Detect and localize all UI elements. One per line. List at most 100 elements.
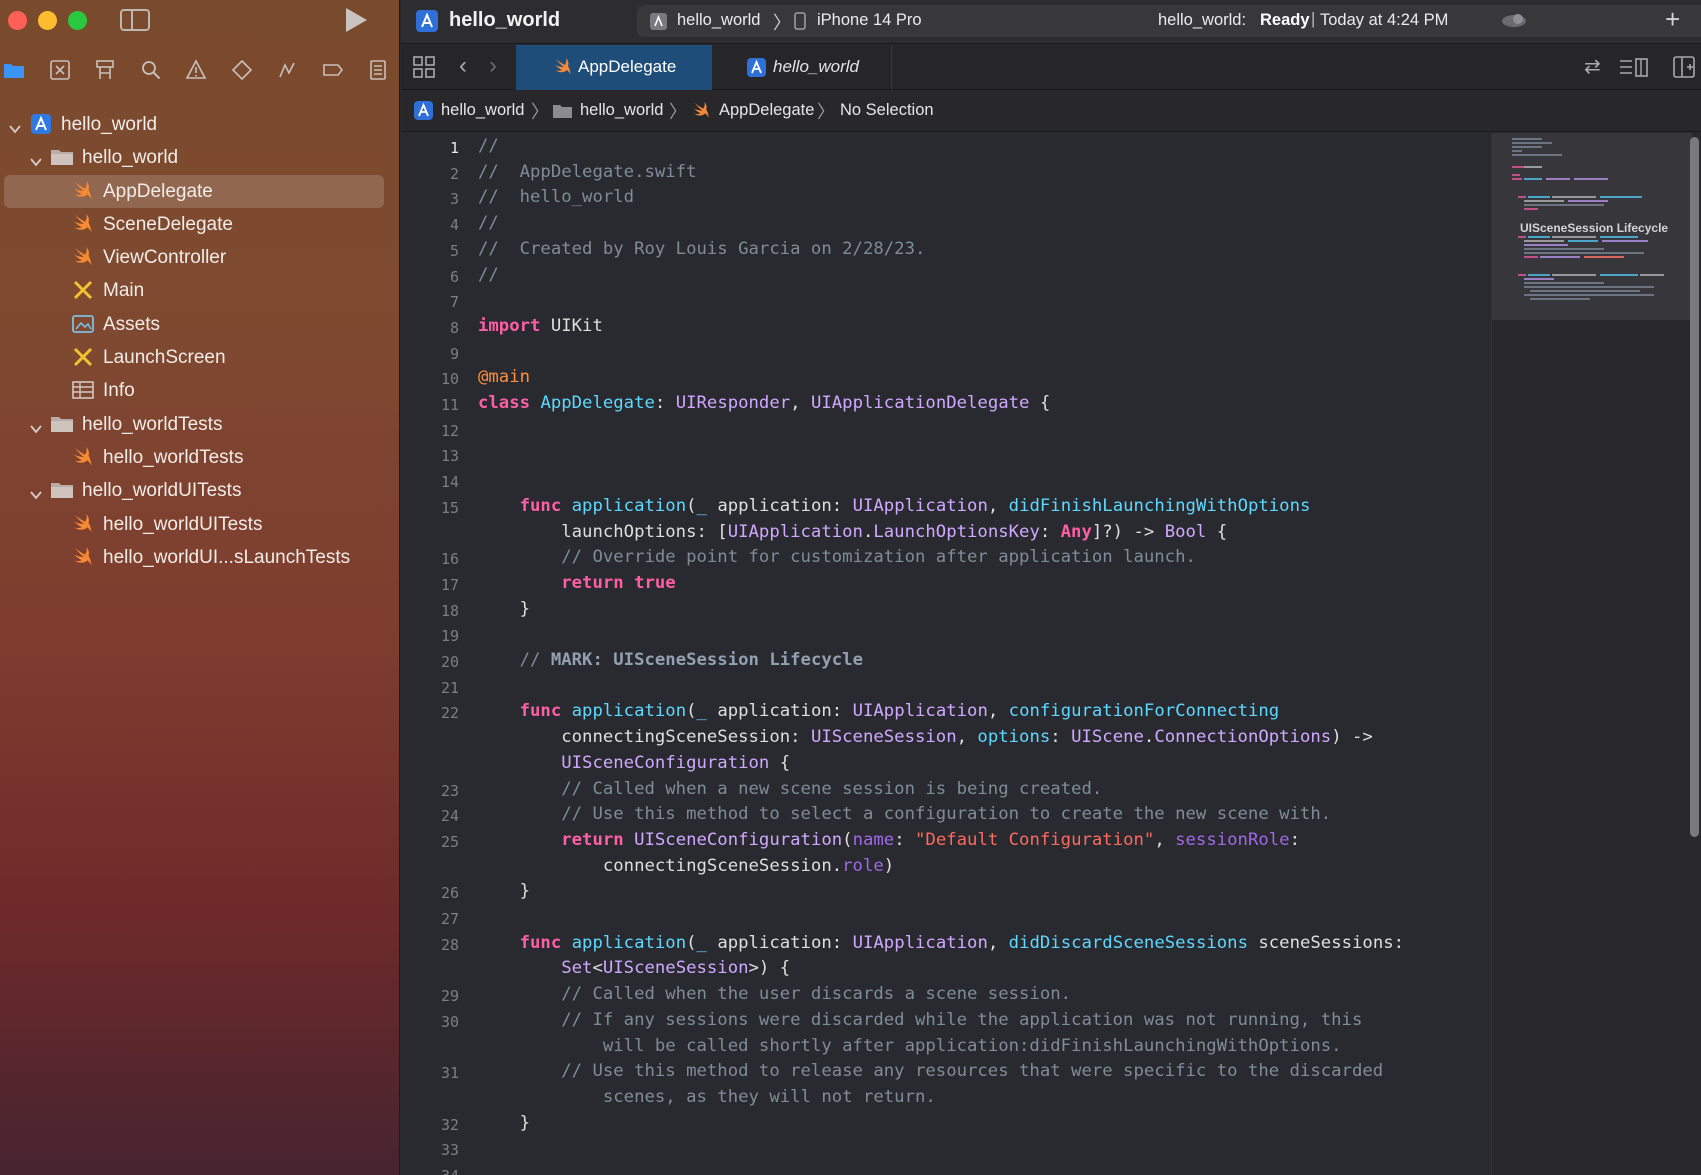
back-arrow-icon[interactable]: ‹	[459, 52, 467, 80]
code-token: // Called when the user discards a scene…	[561, 984, 1072, 1005]
folder-navigator-icon[interactable]	[2, 58, 26, 82]
plist-icon	[72, 380, 94, 400]
close-window-button[interactable]	[8, 11, 27, 30]
asset-catalog-icon	[72, 314, 94, 334]
line-number: 4	[449, 216, 459, 235]
navigator-item-hello-worldtests[interactable]: hello_worldTests	[0, 441, 400, 474]
chevron-down-icon[interactable]	[9, 119, 21, 134]
source-control-navigator-icon[interactable]	[48, 58, 72, 82]
code-token: role	[842, 855, 884, 876]
code-token: >) {	[748, 958, 791, 979]
add-editor-icon[interactable]	[1673, 56, 1695, 78]
test-navigator-icon[interactable]	[230, 58, 254, 82]
breadcrumb-symbol[interactable]: No Selection	[840, 101, 934, 120]
code-line: func application(_ application: UIApplic…	[478, 495, 1311, 516]
folder-icon	[51, 414, 73, 434]
code-token: //	[478, 264, 499, 285]
navigator-item-label: hello_world	[61, 114, 158, 135]
breadcrumb-folder[interactable]: hello_world	[580, 101, 663, 120]
scheme-selector[interactable]: hello_world	[677, 11, 760, 30]
code-token: // Use this method to release any resour…	[561, 1061, 1384, 1082]
code-line: func application(_ application: UIApplic…	[478, 933, 1404, 953]
breadcrumb-project[interactable]: hello_world	[441, 101, 524, 120]
line-number: 29	[440, 987, 459, 1006]
chevron-down-icon[interactable]	[30, 485, 42, 500]
code-token: UIKit	[540, 315, 603, 336]
breadcrumb-file[interactable]: AppDelegate	[719, 101, 814, 120]
navigator-item-viewcontroller[interactable]: ViewController	[0, 241, 400, 274]
code-line: // AppDelegate.swift	[478, 162, 697, 182]
editor-options-icon[interactable]	[1619, 58, 1649, 78]
navigator-item-scenedelegate[interactable]: SceneDelegate	[0, 208, 400, 241]
cloud-icon[interactable]	[1501, 12, 1527, 28]
code-token: (	[686, 932, 697, 953]
code-token: Any	[1060, 521, 1092, 542]
swap-arrows-icon[interactable]: ⇄	[1584, 54, 1601, 79]
xcode-project-icon	[747, 58, 766, 77]
run-icon[interactable]	[346, 8, 367, 32]
line-number: 27	[440, 910, 459, 928]
minimize-window-button[interactable]	[38, 11, 57, 30]
line-number: 7	[449, 293, 459, 312]
code-token: UIApplication	[852, 701, 988, 722]
navigator-item-launchscreen[interactable]: LaunchScreen	[0, 341, 400, 374]
chevron-down-icon[interactable]	[30, 152, 42, 167]
editor-area: hello_world hello_world 〉 iPhone 14 Pro …	[401, 0, 1701, 1175]
navigator-item-appdelegate[interactable]: AppDelegate	[4, 174, 384, 208]
sidebar-toggle-icon[interactable]	[120, 9, 150, 31]
navigator-item-hello-worldui-slaunchtests[interactable]: hello_worldUI...sLaunchTests	[0, 541, 400, 574]
swift-file-icon	[72, 446, 94, 467]
code-token: ,	[956, 727, 978, 748]
xcode-project-icon	[416, 10, 438, 32]
add-icon[interactable]: +	[1665, 4, 1680, 35]
zoom-window-button[interactable]	[68, 11, 87, 30]
find-navigator-icon[interactable]	[139, 58, 163, 82]
navigator-item-assets[interactable]: Assets	[0, 308, 400, 341]
forward-arrow-icon[interactable]: ›	[489, 52, 497, 80]
line-number: 20	[440, 653, 459, 671]
minimap[interactable]: UISceneSession Lifecycle	[1491, 133, 1701, 1175]
navigator-item-label: hello_worldUITests	[82, 480, 242, 502]
navigator-item-label: SceneDelegate	[103, 213, 233, 235]
debug-navigator-icon[interactable]	[275, 58, 299, 82]
report-navigator-icon[interactable]	[366, 58, 390, 82]
source-editor[interactable]: 1 2 3 4 5 6 7 8 9 10 11 12 13 14 15 16 17 18 19 20 21 22 23 24 2…	[401, 133, 1491, 1175]
chevron-right-icon: 〉	[669, 102, 687, 122]
code-token: _	[696, 701, 707, 722]
navigator-item-hello-world[interactable]: hello_world	[0, 141, 400, 174]
symbol-navigator-icon[interactable]	[93, 58, 117, 82]
folder-icon	[51, 147, 73, 167]
code-token: application	[571, 495, 687, 516]
navigator-item-hello-world[interactable]: hello_world	[0, 108, 400, 141]
code-token: :	[1039, 521, 1061, 542]
issue-navigator-icon[interactable]	[184, 58, 208, 82]
breakpoint-navigator-icon[interactable]	[321, 58, 345, 82]
xcode-project-icon	[414, 101, 433, 120]
code-token: application:	[706, 932, 853, 953]
tab-appdelegate[interactable]: AppDelegate	[516, 45, 712, 90]
code-line: connectingSceneSession: UISceneSession, …	[478, 727, 1373, 747]
chevron-down-icon[interactable]	[30, 419, 42, 434]
tab-hello-world[interactable]: hello_world	[712, 45, 892, 90]
navigator-item-hello-worldtests[interactable]: hello_worldTests	[0, 408, 400, 441]
run-destination-selector[interactable]: iPhone 14 Pro	[817, 11, 922, 30]
navigator-item-info[interactable]: Info	[0, 374, 400, 407]
chevron-right-icon: 〉	[773, 13, 791, 33]
code-token: ]?) ->	[1091, 521, 1165, 542]
code-line: UISceneConfiguration {	[478, 753, 790, 773]
related-items-icon[interactable]	[413, 56, 435, 78]
editor-scrollbar-thumb[interactable]	[1690, 137, 1699, 837]
code-token: // Override point for customization afte…	[561, 547, 1196, 568]
swift-file-icon	[72, 180, 94, 201]
code-token: application	[571, 932, 687, 953]
code-token: (	[686, 495, 697, 516]
code-token: // hello_world	[478, 187, 635, 208]
navigator-item-main[interactable]: Main	[0, 274, 400, 307]
navigator-item-hello-worlduitests[interactable]: hello_worldUITests	[0, 508, 400, 541]
navigator-item-hello-worlduitests[interactable]: hello_worldUITests	[0, 474, 400, 507]
